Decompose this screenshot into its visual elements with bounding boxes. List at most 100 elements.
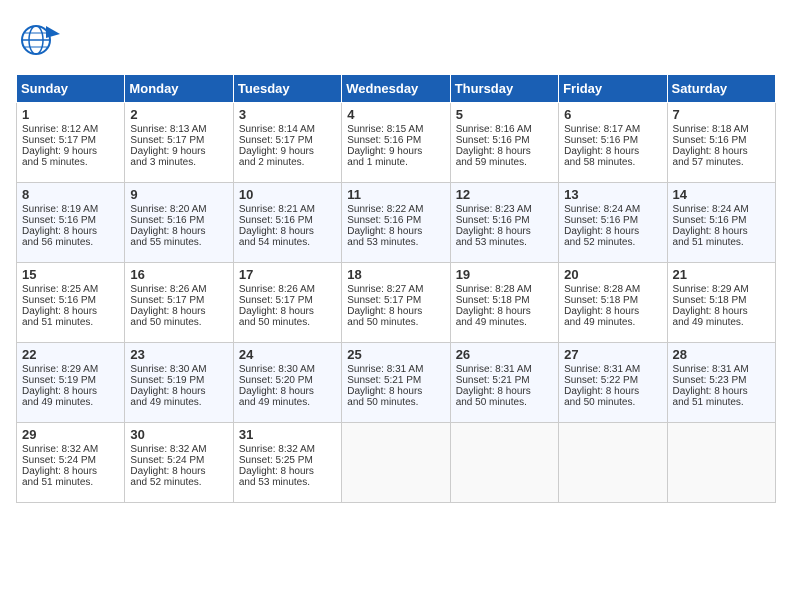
calendar-cell: 11Sunrise: 8:22 AMSunset: 5:16 PMDayligh… <box>342 183 450 263</box>
day-info: and 51 minutes. <box>673 397 770 408</box>
day-number: 21 <box>673 267 770 282</box>
day-info: and 50 minutes. <box>347 317 444 328</box>
day-info: Sunrise: 8:24 AM <box>564 204 661 215</box>
day-info: Daylight: 9 hours <box>239 146 336 157</box>
calendar-cell: 19Sunrise: 8:28 AMSunset: 5:18 PMDayligh… <box>450 263 558 343</box>
day-info: Daylight: 8 hours <box>347 306 444 317</box>
day-number: 29 <box>22 427 119 442</box>
calendar-cell: 21Sunrise: 8:29 AMSunset: 5:18 PMDayligh… <box>667 263 775 343</box>
day-info: and 50 minutes. <box>130 317 227 328</box>
calendar-cell <box>559 423 667 503</box>
day-info: and 51 minutes. <box>673 237 770 248</box>
day-number: 2 <box>130 107 227 122</box>
day-info: and 53 minutes. <box>456 237 553 248</box>
day-info: Daylight: 8 hours <box>239 226 336 237</box>
day-info: Sunset: 5:25 PM <box>239 455 336 466</box>
day-info: and 50 minutes. <box>564 397 661 408</box>
day-info: Daylight: 8 hours <box>456 146 553 157</box>
day-info: Sunrise: 8:29 AM <box>673 284 770 295</box>
calendar-cell <box>450 423 558 503</box>
day-info: Sunrise: 8:17 AM <box>564 124 661 135</box>
day-number: 20 <box>564 267 661 282</box>
day-number: 7 <box>673 107 770 122</box>
day-info: Sunset: 5:17 PM <box>130 135 227 146</box>
day-info: Sunrise: 8:15 AM <box>347 124 444 135</box>
day-number: 4 <box>347 107 444 122</box>
page-header <box>16 16 776 64</box>
calendar-cell: 2Sunrise: 8:13 AMSunset: 5:17 PMDaylight… <box>125 103 233 183</box>
day-number: 5 <box>456 107 553 122</box>
col-header-thursday: Thursday <box>450 75 558 103</box>
calendar-cell: 27Sunrise: 8:31 AMSunset: 5:22 PMDayligh… <box>559 343 667 423</box>
day-info: and 49 minutes. <box>673 317 770 328</box>
calendar-cell: 12Sunrise: 8:23 AMSunset: 5:16 PMDayligh… <box>450 183 558 263</box>
day-number: 23 <box>130 347 227 362</box>
day-number: 22 <box>22 347 119 362</box>
day-number: 31 <box>239 427 336 442</box>
day-info: Sunrise: 8:26 AM <box>239 284 336 295</box>
day-info: Sunrise: 8:16 AM <box>456 124 553 135</box>
day-info: Sunrise: 8:28 AM <box>564 284 661 295</box>
calendar-cell <box>667 423 775 503</box>
day-info: and 53 minutes. <box>347 237 444 248</box>
day-info: Daylight: 8 hours <box>673 146 770 157</box>
day-info: Daylight: 8 hours <box>130 386 227 397</box>
day-info: Sunset: 5:16 PM <box>22 215 119 226</box>
calendar-cell: 8Sunrise: 8:19 AMSunset: 5:16 PMDaylight… <box>17 183 125 263</box>
day-info: and 56 minutes. <box>22 237 119 248</box>
calendar-cell: 15Sunrise: 8:25 AMSunset: 5:16 PMDayligh… <box>17 263 125 343</box>
calendar-cell: 25Sunrise: 8:31 AMSunset: 5:21 PMDayligh… <box>342 343 450 423</box>
day-info: and 50 minutes. <box>239 317 336 328</box>
calendar-cell: 14Sunrise: 8:24 AMSunset: 5:16 PMDayligh… <box>667 183 775 263</box>
day-info: Daylight: 8 hours <box>239 466 336 477</box>
day-info: Daylight: 8 hours <box>564 146 661 157</box>
day-number: 26 <box>456 347 553 362</box>
day-info: Sunrise: 8:23 AM <box>456 204 553 215</box>
day-info: Sunrise: 8:24 AM <box>673 204 770 215</box>
calendar-cell: 22Sunrise: 8:29 AMSunset: 5:19 PMDayligh… <box>17 343 125 423</box>
day-info: Sunset: 5:21 PM <box>347 375 444 386</box>
day-number: 18 <box>347 267 444 282</box>
day-info: and 3 minutes. <box>130 157 227 168</box>
day-number: 28 <box>673 347 770 362</box>
day-info: Sunset: 5:16 PM <box>130 215 227 226</box>
day-info: Sunset: 5:16 PM <box>456 215 553 226</box>
day-info: and 51 minutes. <box>22 317 119 328</box>
day-info: Sunrise: 8:19 AM <box>22 204 119 215</box>
calendar-cell: 4Sunrise: 8:15 AMSunset: 5:16 PMDaylight… <box>342 103 450 183</box>
day-info: and 57 minutes. <box>673 157 770 168</box>
day-info: Daylight: 8 hours <box>673 226 770 237</box>
day-info: and 51 minutes. <box>22 477 119 488</box>
day-number: 10 <box>239 187 336 202</box>
day-info: Daylight: 8 hours <box>22 306 119 317</box>
day-info: Daylight: 8 hours <box>22 386 119 397</box>
day-info: and 50 minutes. <box>456 397 553 408</box>
col-header-friday: Friday <box>559 75 667 103</box>
day-number: 9 <box>130 187 227 202</box>
day-number: 19 <box>456 267 553 282</box>
calendar-cell: 23Sunrise: 8:30 AMSunset: 5:19 PMDayligh… <box>125 343 233 423</box>
logo <box>16 16 68 64</box>
day-info: Daylight: 9 hours <box>22 146 119 157</box>
day-number: 6 <box>564 107 661 122</box>
day-info: Daylight: 9 hours <box>347 146 444 157</box>
col-header-monday: Monday <box>125 75 233 103</box>
day-info: Sunset: 5:16 PM <box>564 215 661 226</box>
day-info: Sunset: 5:16 PM <box>673 135 770 146</box>
calendar-cell: 13Sunrise: 8:24 AMSunset: 5:16 PMDayligh… <box>559 183 667 263</box>
calendar-cell: 24Sunrise: 8:30 AMSunset: 5:20 PMDayligh… <box>233 343 341 423</box>
day-info: Daylight: 8 hours <box>130 466 227 477</box>
day-info: and 49 minutes. <box>564 317 661 328</box>
day-info: Sunset: 5:23 PM <box>673 375 770 386</box>
day-info: Sunset: 5:22 PM <box>564 375 661 386</box>
day-number: 17 <box>239 267 336 282</box>
day-info: and 5 minutes. <box>22 157 119 168</box>
day-number: 16 <box>130 267 227 282</box>
day-info: Sunset: 5:16 PM <box>673 215 770 226</box>
day-number: 25 <box>347 347 444 362</box>
day-info: Daylight: 8 hours <box>239 306 336 317</box>
calendar-cell: 3Sunrise: 8:14 AMSunset: 5:17 PMDaylight… <box>233 103 341 183</box>
day-info: Sunset: 5:20 PM <box>239 375 336 386</box>
day-info: and 58 minutes. <box>564 157 661 168</box>
day-info: and 49 minutes. <box>130 397 227 408</box>
